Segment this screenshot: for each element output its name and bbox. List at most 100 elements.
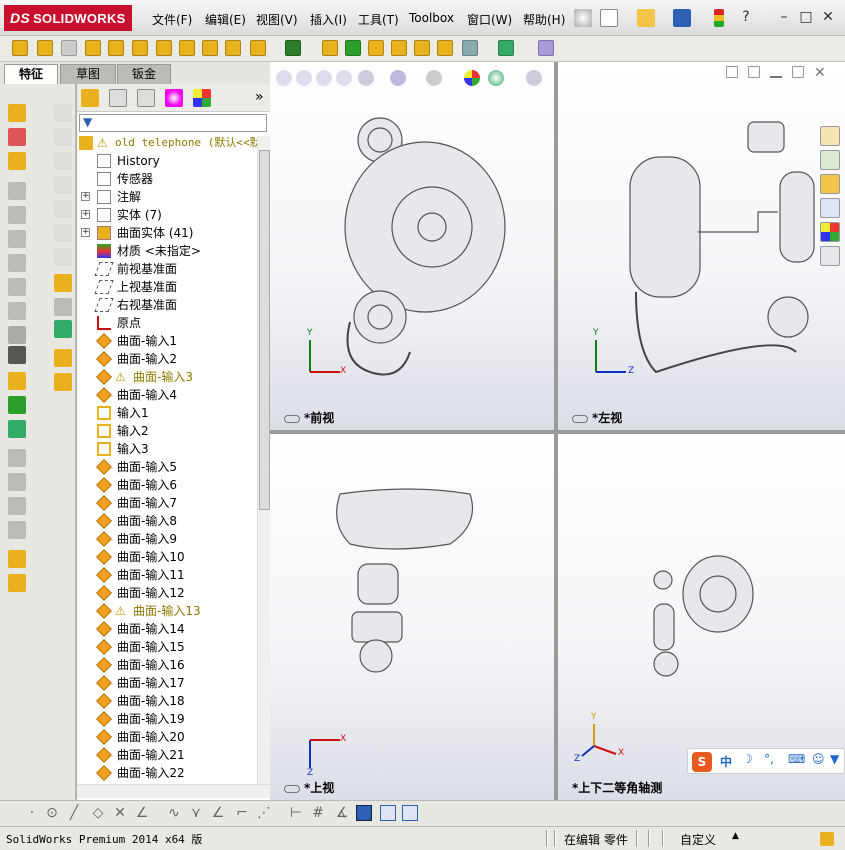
tree-node[interactable]: 曲面-输入11 xyxy=(77,566,257,584)
units-text[interactable]: 自定义 xyxy=(680,831,716,848)
sketch-tool-icon[interactable] xyxy=(54,176,72,194)
mid-surface-icon[interactable] xyxy=(8,574,26,592)
tree-scrollbar[interactable] xyxy=(257,136,270,784)
plane-icon[interactable] xyxy=(345,40,361,56)
tree-node[interactable]: ⚠ 曲面-输入13 xyxy=(77,602,257,620)
scrollbar-thumb[interactable] xyxy=(259,150,270,510)
tree-node[interactable]: + 注解 xyxy=(77,188,257,206)
mirror-icon[interactable] xyxy=(322,40,338,56)
close-viewport-icon[interactable]: ✕ xyxy=(814,66,830,82)
ime-mode[interactable]: 中 xyxy=(720,753,732,770)
untrim-surface-icon[interactable] xyxy=(8,473,26,491)
sketch-tool-icon[interactable]: ∿ xyxy=(166,805,182,821)
restore-icon[interactable]: □ xyxy=(798,9,814,25)
hide-show-icon[interactable] xyxy=(426,70,442,86)
sketch-tool-icon[interactable]: ⋰ xyxy=(256,805,272,821)
sweep-icon[interactable] xyxy=(61,40,77,56)
solidworks-logo[interactable]: DS SOLIDWORKS xyxy=(4,5,132,31)
pin-icon[interactable] xyxy=(574,9,592,27)
trim-surface-icon[interactable] xyxy=(8,449,26,467)
tree-node[interactable]: 曲面-输入19 xyxy=(77,710,257,728)
shell-icon[interactable] xyxy=(225,40,241,56)
linear-pattern-icon[interactable] xyxy=(285,40,301,56)
tree-node[interactable]: 曲面-输入5 xyxy=(77,458,257,476)
tag-icon[interactable] xyxy=(820,832,834,846)
configuration-manager-icon[interactable] xyxy=(137,89,155,107)
menu-insert[interactable]: 插入(I) xyxy=(310,11,347,28)
curves-icon[interactable] xyxy=(498,40,514,56)
edit-appearance-icon[interactable] xyxy=(464,70,480,86)
tree-node[interactable]: 输入1 xyxy=(77,404,257,422)
view-orientation-icon[interactable] xyxy=(358,70,374,86)
dome-icon[interactable] xyxy=(368,40,384,56)
menu-help[interactable]: 帮助(H) xyxy=(523,11,565,28)
tree-node[interactable]: 曲面-输入16 xyxy=(77,656,257,674)
angle-icon[interactable]: ∠ xyxy=(134,805,150,821)
display-manager-icon[interactable] xyxy=(193,89,211,107)
tab-features[interactable]: 特征 xyxy=(4,64,58,84)
tree-node[interactable]: 曲面-输入18 xyxy=(77,692,257,710)
skin-icon[interactable]: ▼ xyxy=(830,752,839,766)
rib-icon[interactable] xyxy=(179,40,195,56)
tree-node[interactable]: 输入2 xyxy=(77,422,257,440)
tab-sketch[interactable]: 草图 xyxy=(60,64,116,84)
units-dropdown-icon[interactable]: ▲ xyxy=(732,831,739,841)
expand-icon[interactable]: » xyxy=(255,89,264,105)
wrap-icon[interactable] xyxy=(250,40,266,56)
expand-toggle-icon[interactable]: + xyxy=(81,210,90,219)
viewport-left[interactable]: Y Z ✕ *左视 xyxy=(558,62,845,430)
menu-toolbox[interactable]: Toolbox xyxy=(409,11,454,25)
ime-toolbar[interactable]: S 中 ☽ °, ⌨ ☺ ▼ xyxy=(687,748,845,774)
tree-node[interactable]: 前视基准面 xyxy=(77,260,257,278)
sweep-surface-icon[interactable] xyxy=(8,152,26,170)
previous-view-icon[interactable] xyxy=(316,70,332,86)
tree-node[interactable]: 上视基准面 xyxy=(77,278,257,296)
menu-window[interactable]: 窗口(W) xyxy=(467,11,512,28)
sketch-tool-icon[interactable] xyxy=(54,152,72,170)
fill-surface-icon[interactable] xyxy=(8,230,26,248)
help-icon[interactable]: ? xyxy=(738,9,754,25)
extrude-boss-icon[interactable] xyxy=(12,40,28,56)
tree-root[interactable]: ⚠ old telephone (默认<<默 xyxy=(77,134,257,152)
tab-sheet-metal[interactable]: 钣金 xyxy=(117,64,171,84)
file-explorer-icon[interactable] xyxy=(820,174,840,194)
sketch-tool-icon[interactable] xyxy=(54,104,72,122)
sketch-tool-icon[interactable] xyxy=(54,128,72,146)
draft-icon[interactable] xyxy=(202,40,218,56)
sketch-tool-icon[interactable] xyxy=(54,248,72,266)
appearances-icon[interactable] xyxy=(820,222,840,242)
tree-node[interactable]: 曲面-输入22 xyxy=(77,764,257,782)
thicken-icon[interactable] xyxy=(8,346,26,364)
ruled-surface-icon[interactable] xyxy=(8,278,26,296)
extend-surface-icon[interactable] xyxy=(8,420,26,438)
grid-icon[interactable]: # xyxy=(310,805,326,821)
sketch-tool-icon[interactable] xyxy=(54,224,72,242)
tree-node[interactable]: + 曲面实体 (41) xyxy=(77,224,257,242)
zoom-to-area-icon[interactable] xyxy=(296,70,312,86)
knit-surface-icon[interactable] xyxy=(8,326,26,344)
tree-node[interactable]: + 实体 (7) xyxy=(77,206,257,224)
tree-node[interactable]: History xyxy=(77,152,257,170)
tree-node[interactable]: 材质 <未指定> xyxy=(77,242,257,260)
tree-node[interactable]: 曲面-输入10 xyxy=(77,548,257,566)
revolve-surface-icon[interactable] xyxy=(8,128,26,146)
tree-node[interactable]: 曲面-输入20 xyxy=(77,728,257,746)
tree-node[interactable]: 原点 xyxy=(77,314,257,332)
zoom-to-fit-icon[interactable] xyxy=(276,70,292,86)
replace-face-icon[interactable] xyxy=(8,521,26,539)
minimize-viewport-icon[interactable] xyxy=(770,66,782,78)
view-cube-icon[interactable] xyxy=(356,805,372,821)
combine-icon[interactable] xyxy=(414,40,430,56)
trim-icon[interactable]: ✕ xyxy=(112,805,128,821)
chamfer-icon[interactable] xyxy=(156,40,172,56)
new-document-icon[interactable] xyxy=(600,9,618,27)
punctuation-icon[interactable]: °, xyxy=(764,752,774,766)
fillet-icon[interactable] xyxy=(132,40,148,56)
point-icon[interactable]: · xyxy=(24,805,40,821)
viewport-front[interactable]: Y X *前视 xyxy=(270,62,554,430)
viewport-option-icon[interactable] xyxy=(748,66,760,78)
loft-surface-icon[interactable] xyxy=(8,182,26,200)
surface-cut-icon[interactable] xyxy=(8,372,26,390)
expand-toggle-icon[interactable]: + xyxy=(81,228,90,237)
sketch-tool-icon[interactable] xyxy=(54,349,72,367)
